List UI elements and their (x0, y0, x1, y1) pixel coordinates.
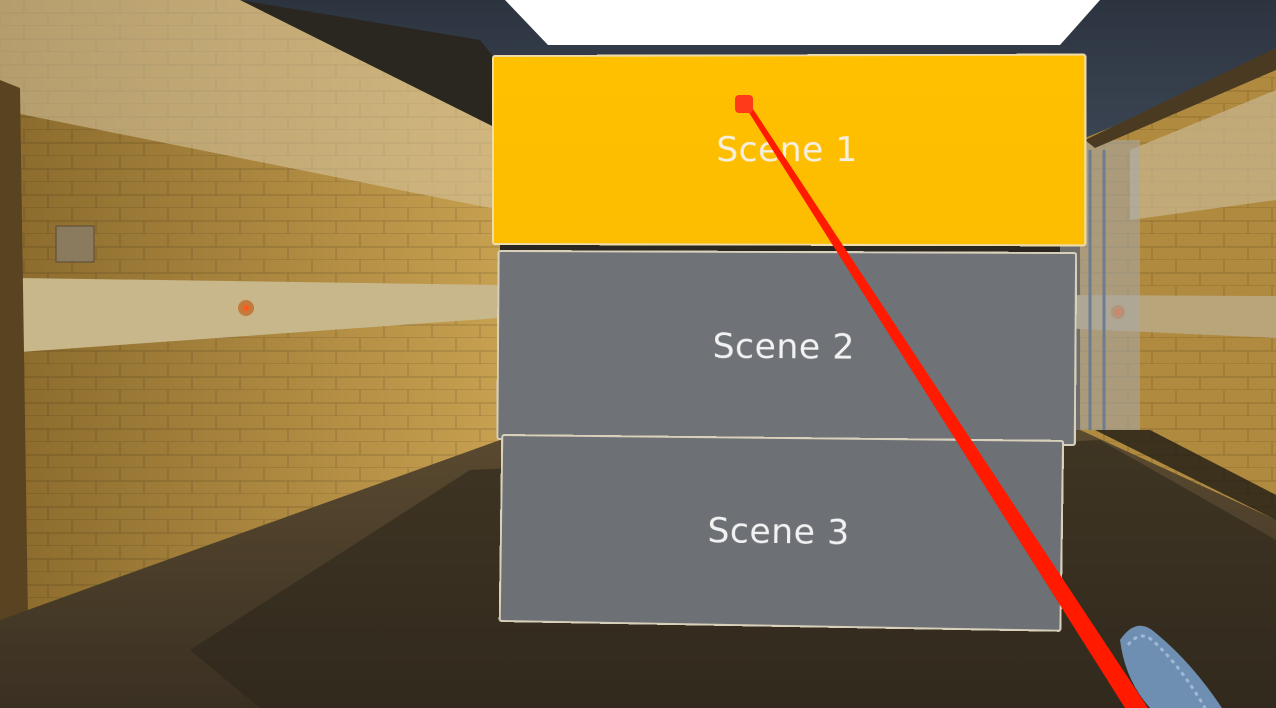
scene-1-button[interactable]: Scene 1 (492, 53, 1087, 247)
vr-viewport: Scene 1 Scene 2 Scene 3 (0, 0, 1276, 708)
scene-2-button[interactable]: Scene 2 (496, 249, 1078, 447)
ceiling-light (505, 0, 1100, 45)
wall-switch (55, 225, 95, 263)
scene-1-label: Scene 1 (716, 129, 858, 171)
scene-3-button[interactable]: Scene 3 (498, 434, 1065, 632)
scene-2-label: Scene 2 (712, 326, 856, 368)
scene-3-label: Scene 3 (707, 510, 851, 554)
